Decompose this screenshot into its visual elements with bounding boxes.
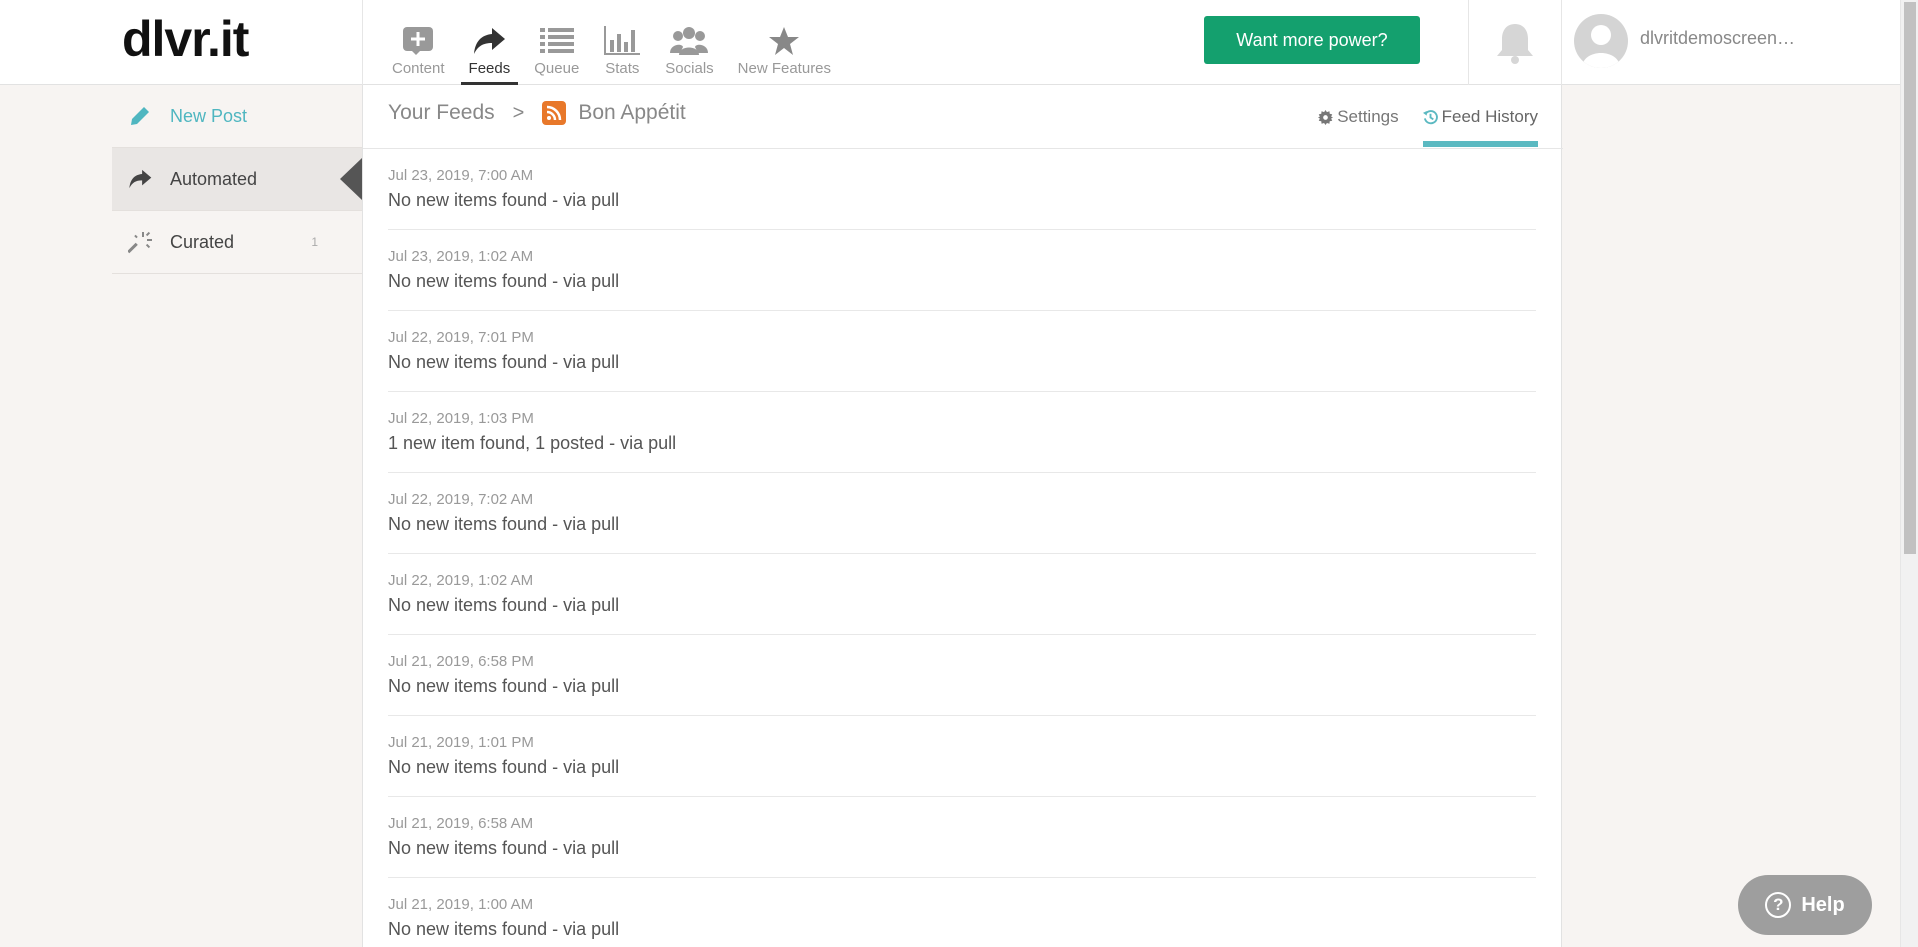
- history-timestamp: Jul 22, 2019, 1:03 PM: [388, 410, 534, 427]
- breadcrumb-feed-name: Bon Appétit: [578, 101, 686, 124]
- history-timestamp: Jul 21, 2019, 6:58 PM: [388, 653, 534, 670]
- history-message: No new items found - via pull: [388, 271, 620, 291]
- rss-icon: [542, 101, 567, 125]
- page-scrollbar[interactable]: [1900, 0, 1918, 947]
- nav-stats[interactable]: Stats: [591, 0, 653, 85]
- divider: [362, 0, 363, 85]
- history-row: Jul 21, 2019, 1:01 PM No new items found…: [388, 716, 1536, 797]
- feed-header: Your Feeds > Bon Appétit Settings Feed H…: [363, 85, 1563, 149]
- nav-label: Socials: [665, 60, 714, 77]
- curated-count: 1: [311, 235, 318, 249]
- history-timestamp: Jul 23, 2019, 7:00 AM: [388, 167, 534, 184]
- nav-label: New Features: [737, 60, 832, 77]
- history-row: Jul 22, 2019, 7:01 PM No new items found…: [388, 311, 1536, 392]
- nav-content[interactable]: Content: [380, 0, 457, 85]
- history-message: No new items found - via pull: [388, 514, 620, 534]
- history-message: 1 new item found, 1 posted - via pull: [388, 433, 677, 453]
- history-timestamp: Jul 21, 2019, 1:00 AM: [388, 896, 534, 913]
- bell-icon: [1497, 23, 1533, 64]
- history-message: No new items found - via pull: [388, 352, 620, 372]
- tab-settings[interactable]: Settings: [1318, 85, 1399, 149]
- history-row: Jul 23, 2019, 1:02 AM No new items found…: [388, 230, 1536, 311]
- breadcrumb-separator: >: [512, 101, 525, 124]
- list-icon: [539, 28, 574, 53]
- breadcrumb: Your Feeds > Bon Appétit: [388, 101, 686, 125]
- nav-new-features[interactable]: New Features: [726, 0, 843, 85]
- nav-label: Stats: [605, 60, 640, 77]
- breadcrumb-your-feeds[interactable]: Your Feeds: [388, 101, 495, 125]
- nav-socials[interactable]: Socials: [653, 0, 725, 85]
- feed-tabs: Settings Feed History: [1294, 85, 1539, 149]
- history-timestamp: Jul 23, 2019, 1:02 AM: [388, 248, 534, 265]
- pencil-icon: [128, 104, 158, 128]
- sidebar-item-automated[interactable]: Automated: [112, 148, 362, 211]
- history-row: Jul 22, 2019, 1:02 AM No new items found…: [388, 554, 1536, 635]
- tab-feed-history[interactable]: Feed History: [1422, 85, 1539, 149]
- history-message: No new items found - via pull: [388, 676, 620, 696]
- history-message: No new items found - via pull: [388, 838, 620, 858]
- nav-label: Queue: [534, 60, 580, 77]
- sidebar-item-new-post[interactable]: New Post: [112, 85, 362, 148]
- history-row: Jul 22, 2019, 7:02 AM No new items found…: [388, 473, 1536, 554]
- nav-queue[interactable]: Queue: [522, 0, 591, 85]
- history-row: Jul 21, 2019, 1:00 AM No new items found…: [388, 878, 1536, 947]
- history-icon: [1422, 109, 1438, 125]
- history-message: No new items found - via pull: [388, 919, 620, 939]
- bar-chart-icon: [604, 26, 641, 55]
- username[interactable]: dlvritdemoscreen…: [1640, 28, 1795, 49]
- help-label: Help: [1801, 893, 1845, 916]
- people-icon: [670, 27, 709, 55]
- top-bar: dlvr.it Content Feeds Queue Stats Social…: [0, 0, 1900, 85]
- history-timestamp: Jul 21, 2019, 1:01 PM: [388, 734, 534, 751]
- history-row: Jul 21, 2019, 6:58 AM No new items found…: [388, 797, 1536, 878]
- main-panel: Your Feeds > Bon Appétit Settings Feed H…: [362, 85, 1563, 947]
- plus-box-icon: [403, 27, 434, 55]
- sidebar-item-label: Automated: [170, 168, 258, 189]
- sidebar-item-label: Curated: [170, 231, 235, 252]
- star-icon: [769, 27, 800, 55]
- feed-history-list: Jul 23, 2019, 7:00 AM No new items found…: [388, 149, 1536, 947]
- logo[interactable]: dlvr.it: [122, 10, 249, 68]
- magic-wand-icon: [128, 230, 158, 254]
- sidebar-item-label: New Post: [170, 105, 248, 126]
- sidebar: New Post Automated Curated 1: [112, 85, 362, 274]
- history-timestamp: Jul 22, 2019, 1:02 AM: [388, 572, 534, 589]
- history-timestamp: Jul 21, 2019, 6:58 AM: [388, 815, 534, 832]
- sidebar-item-curated[interactable]: Curated 1: [112, 211, 362, 274]
- tab-label: Feed History: [1441, 107, 1538, 126]
- scrollbar-thumb[interactable]: [1904, 2, 1916, 554]
- history-timestamp: Jul 22, 2019, 7:01 PM: [388, 329, 534, 346]
- help-button[interactable]: ? Help: [1738, 875, 1872, 935]
- share-arrow-icon: [128, 168, 158, 190]
- history-row: Jul 23, 2019, 7:00 AM No new items found…: [388, 149, 1536, 230]
- history-timestamp: Jul 22, 2019, 7:02 AM: [388, 491, 534, 508]
- history-message: No new items found - via pull: [388, 757, 620, 777]
- nav-label: Feeds: [468, 60, 511, 77]
- notifications-area[interactable]: [1468, 0, 1562, 85]
- history-row: Jul 21, 2019, 6:58 PM No new items found…: [388, 635, 1536, 716]
- gear-icon: [1318, 109, 1334, 125]
- want-more-power-button[interactable]: Want more power?: [1204, 16, 1420, 64]
- user-silhouette-icon: [1582, 25, 1620, 68]
- history-message: No new items found - via pull: [388, 595, 620, 615]
- question-circle-icon: ?: [1765, 892, 1792, 918]
- tab-label: Settings: [1337, 107, 1399, 126]
- avatar[interactable]: [1574, 14, 1628, 68]
- main-nav: Content Feeds Queue Stats Socials New Fe…: [380, 0, 843, 85]
- nav-feeds[interactable]: Feeds: [457, 0, 523, 85]
- history-row: Jul 22, 2019, 1:03 PM 1 new item found, …: [388, 392, 1536, 473]
- nav-label: Content: [392, 60, 445, 77]
- history-message: No new items found - via pull: [388, 190, 620, 210]
- share-arrow-icon: [474, 28, 506, 54]
